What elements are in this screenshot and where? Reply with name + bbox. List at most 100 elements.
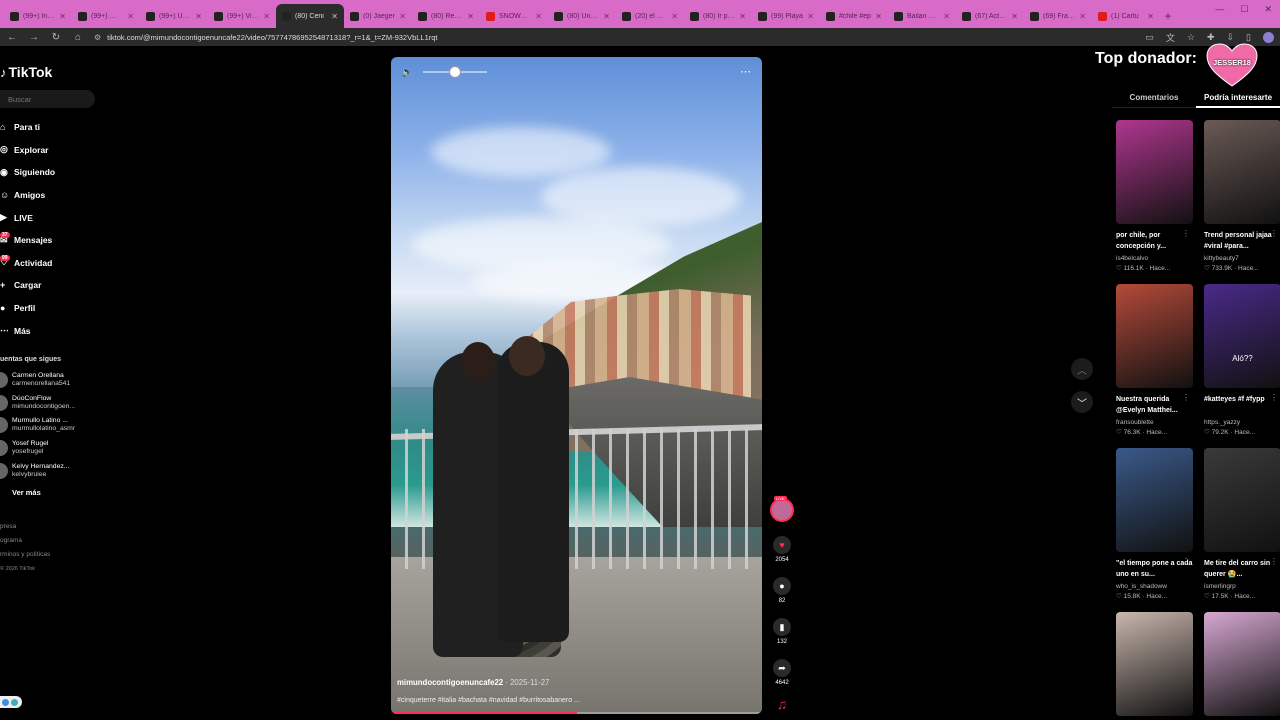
browser-tab[interactable]: (1) Cartu ✕ — [1092, 4, 1160, 28]
tab-close-icon[interactable]: ✕ — [127, 12, 134, 21]
volume-icon[interactable]: 🔈 — [401, 67, 413, 78]
sidebar-item-más[interactable]: ⋯ Más — [0, 319, 110, 342]
tab-close-icon[interactable]: ✕ — [535, 12, 542, 21]
site-info-icon[interactable]: ⚙ — [94, 33, 101, 42]
tab-close-icon[interactable]: ✕ — [875, 12, 882, 21]
new-tab-icon[interactable]: + — [1160, 4, 1176, 28]
volume-slider[interactable] — [423, 66, 488, 78]
sidebar-item-explorar[interactable]: ◎ Explorar — [0, 139, 110, 162]
recommended-video-card[interactable]: Nuestra querida @Evelyn Matthei... franso… — [1116, 284, 1193, 436]
video-thumbnail[interactable] — [1204, 612, 1280, 716]
video-thumbnail[interactable] — [1116, 284, 1193, 388]
footer-link-program[interactable]: ograma — [0, 534, 50, 548]
browser-tab[interactable]: #chile #ep ✕ — [820, 4, 888, 28]
get-app-pill[interactable] — [0, 696, 22, 708]
video-thumbnail[interactable] — [1204, 120, 1280, 224]
card-more-icon[interactable]: ⋮ — [1182, 393, 1190, 402]
tab-close-icon[interactable]: ✕ — [467, 12, 474, 21]
recommended-video-card[interactable]: Aló?? #katteyes #f #fypp https._yazzy ♡ 79.… — [1204, 284, 1280, 436]
card-more-icon[interactable]: ⋮ — [1182, 229, 1190, 238]
card-more-icon[interactable]: ⋮ — [1270, 229, 1278, 238]
video-thumbnail[interactable] — [1116, 448, 1193, 552]
tab-close-icon[interactable]: ✕ — [603, 12, 610, 21]
translate-icon[interactable]: 文 — [1166, 31, 1175, 44]
tab-close-icon[interactable]: ✕ — [195, 12, 202, 21]
sidebar-item-cargar[interactable]: + Cargar — [0, 274, 110, 297]
recommended-video-card[interactable]: Me tire del carro sin querer 😭... ismerli… — [1204, 448, 1280, 600]
video-thumbnail[interactable] — [1116, 120, 1193, 224]
card-more-icon[interactable]: ⋮ — [1270, 393, 1278, 402]
browser-tab[interactable]: (99+) Video✕ — [208, 4, 276, 28]
volume-slider-knob[interactable] — [449, 66, 462, 78]
downloads-icon[interactable]: ⇩ — [1227, 32, 1235, 43]
video-card-user[interactable]: kittybeauty7 — [1204, 255, 1280, 262]
followed-account[interactable]: Murmullo Latino ... murmullolatino_asmr — [0, 414, 75, 437]
followed-account[interactable]: Kelvy Hernandez... kelvybrulee — [0, 459, 75, 482]
video-card-user[interactable]: is4belcalvo — [1116, 255, 1193, 262]
tab-close-icon[interactable]: ✕ — [331, 12, 338, 21]
footer-link-terms[interactable]: rminos y políticas — [0, 548, 50, 562]
tab-close-icon[interactable]: ✕ — [1079, 12, 1086, 21]
music-disc-icon[interactable]: ♫ — [772, 696, 792, 716]
browser-tab[interactable]: (0) Jaeger ✕ — [344, 4, 412, 28]
comment-button[interactable]: ● — [773, 577, 791, 595]
search-input[interactable]: Buscar — [0, 90, 95, 108]
tab-close-icon[interactable]: ✕ — [671, 12, 678, 21]
next-video-button[interactable]: ﹀ — [1071, 391, 1093, 413]
forward-icon[interactable]: → — [28, 32, 40, 43]
url-field[interactable]: ⚙ tiktok.com/@mimundocontigoenuncafe22/v… — [94, 30, 1135, 44]
tab-comentarios[interactable]: Comentarios — [1112, 88, 1196, 108]
tab-close-icon[interactable]: ✕ — [1147, 12, 1154, 21]
card-more-icon[interactable]: ⋮ — [1270, 557, 1278, 566]
video-thumbnail[interactable] — [1204, 284, 1280, 388]
browser-tab[interactable]: (80) Ceni ✕ — [276, 4, 344, 28]
cast-icon[interactable]: ▭ — [1145, 32, 1154, 43]
browser-tab[interactable]: (69) Fraser ✕ — [1024, 4, 1092, 28]
previous-video-button[interactable]: ︿ — [1071, 358, 1093, 380]
sidebar-item-live[interactable]: ▶ LIVE — [0, 206, 110, 229]
like-button[interactable]: ♥ — [773, 536, 791, 554]
tab-podría-interesarte[interactable]: Podría interesarte — [1196, 88, 1280, 108]
bookmark-star-icon[interactable]: ☆ — [1187, 32, 1195, 43]
minimize-icon[interactable]: — — [1215, 4, 1224, 15]
share-button[interactable]: ➦ — [773, 659, 791, 677]
recommended-video-card[interactable]: "el tiempo pone a cada uno en su... who_i… — [1116, 448, 1193, 600]
sidepanel-icon[interactable]: ▯ — [1246, 32, 1251, 43]
browser-tab[interactable]: Bailan Mon ✕ — [888, 4, 956, 28]
maximize-icon[interactable]: ☐ — [1240, 4, 1248, 15]
video-thumbnail[interactable] — [1204, 448, 1280, 552]
followed-account[interactable]: Carmen Orellana carmenorellana541 — [0, 369, 75, 392]
browser-tab[interactable]: (80) Reaction ✕ — [412, 4, 480, 28]
card-more-icon[interactable]: ⋮ — [1182, 557, 1190, 566]
video-card-user[interactable]: who_is_shadoww — [1116, 583, 1193, 590]
video-caption[interactable]: #cinqueterre #italia #bachata #navidad #… — [397, 697, 747, 704]
recommended-video-card[interactable]: Trend personal jajaa #viral #para... kitt… — [1204, 120, 1280, 272]
tab-close-icon[interactable]: ✕ — [399, 12, 406, 21]
close-window-icon[interactable]: ✕ — [1264, 4, 1272, 15]
recommended-video-card[interactable]: por chile, por concepción y... is4belcalv… — [1116, 120, 1193, 272]
sidebar-item-para-ti[interactable]: ⌂ Para ti — [0, 116, 110, 139]
video-author[interactable]: mimundocontigoenuncafe22 — [397, 678, 503, 687]
video-card-user[interactable]: https._yazzy — [1204, 419, 1280, 426]
browser-tab[interactable]: (67) Actual ✕ — [956, 4, 1024, 28]
video-card-user[interactable]: ismerlingrp — [1204, 583, 1280, 590]
tab-close-icon[interactable]: ✕ — [59, 12, 66, 21]
tab-close-icon[interactable]: ✕ — [1011, 12, 1018, 21]
recommended-video-card[interactable] — [1116, 612, 1193, 716]
reload-icon[interactable]: ↻ — [50, 32, 62, 43]
browser-tab[interactable]: SNOWMAN✕ — [480, 4, 548, 28]
footer-link-company[interactable]: presa — [0, 520, 50, 534]
more-options-icon[interactable]: ⋯ — [740, 65, 752, 78]
browser-tab[interactable]: (99+) 🥰🥰 ✕ — [72, 4, 140, 28]
video-progress-bar[interactable] — [391, 712, 762, 714]
tab-close-icon[interactable]: ✕ — [739, 12, 746, 21]
back-icon[interactable]: ← — [6, 32, 18, 43]
video-thumbnail[interactable] — [1116, 612, 1193, 716]
browser-tab[interactable]: (80) Ir por el ✕ — [684, 4, 752, 28]
see-more-link[interactable]: Ver más — [12, 488, 41, 497]
tab-close-icon[interactable]: ✕ — [943, 12, 950, 21]
sidebar-item-perfil[interactable]: ● Perfil — [0, 297, 110, 320]
browser-tab[interactable]: (80) Unbox ✕ — [548, 4, 616, 28]
sidebar-item-amigos[interactable]: ☺ Amigos — [0, 184, 110, 207]
browser-tab[interactable]: (20) el grupo ✕ — [616, 4, 684, 28]
